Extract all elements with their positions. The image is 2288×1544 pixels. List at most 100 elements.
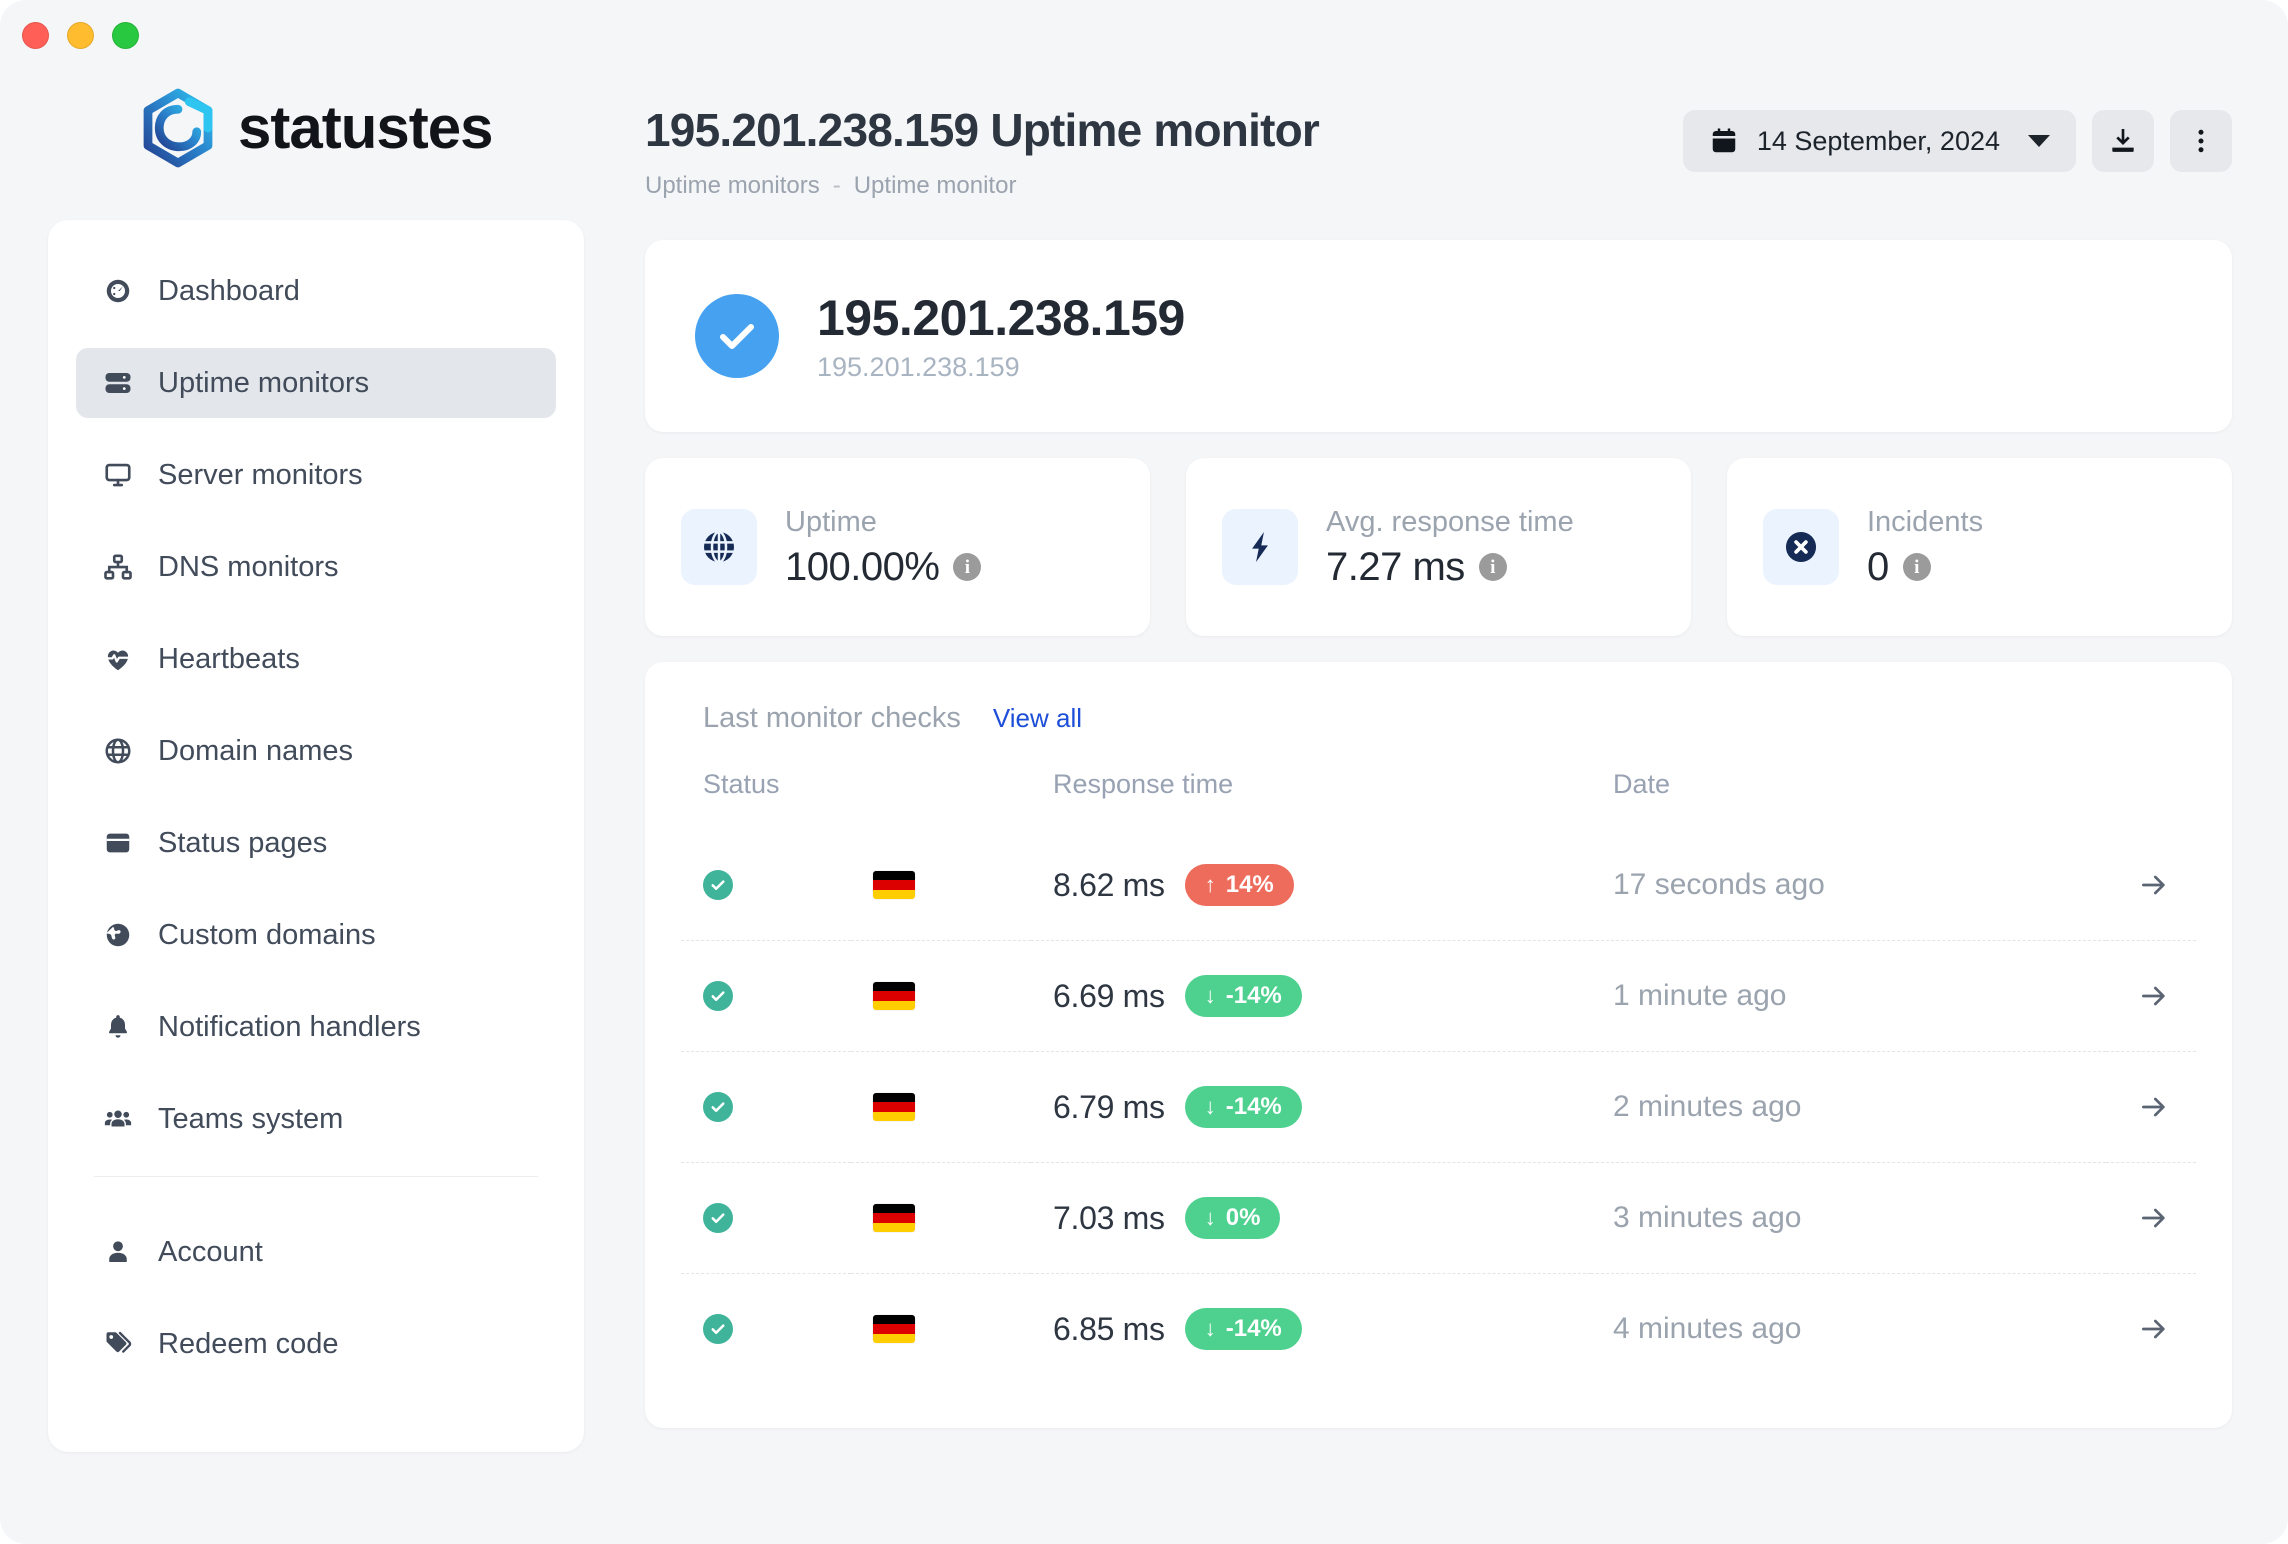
flag-germany-icon <box>873 1315 915 1343</box>
delta-badge: ↓ -14% <box>1184 1086 1302 1128</box>
delta-badge: ↓ -14% <box>1184 1308 1302 1350</box>
status-ok-icon <box>703 1314 733 1344</box>
sidebar-item-label: DNS monitors <box>158 550 339 583</box>
app-window: statustes 195.201.238.159 Uptime monitor… <box>0 0 2288 1544</box>
view-all-link[interactable]: View all <box>993 703 1082 734</box>
info-icon[interactable]: i <box>953 553 982 582</box>
sidebar-item-label: Dashboard <box>158 274 300 307</box>
cell-response-time: 8.62 ms ↑ 14% <box>1031 830 1591 941</box>
status-ok-icon <box>703 1203 733 1233</box>
arrow-right-icon[interactable] <box>2138 869 2170 901</box>
flag-germany-icon <box>873 1204 915 1232</box>
sidebar-item-custom-domains[interactable]: Custom domains <box>76 900 556 970</box>
arrow-right-icon[interactable] <box>2138 1313 2170 1345</box>
server-rack-icon <box>102 367 134 399</box>
cell-action <box>2106 1162 2196 1274</box>
arrow-right-icon[interactable] <box>2138 1202 2170 1234</box>
brand-name: statustes <box>238 94 493 161</box>
date-range-picker[interactable]: 14 September, 2024 <box>1682 110 2076 172</box>
sidebar-item-account[interactable]: Account <box>76 1217 556 1287</box>
window-controls <box>22 22 139 49</box>
checks-table-body: 8.62 ms ↑ 14% 17 seconds ago 6.69 ms ↓ -… <box>681 830 2196 1384</box>
heart-pulse-icon <box>102 643 134 675</box>
cell-date: 3 minutes ago <box>1591 1162 2106 1274</box>
sidebar-item-redeem-code[interactable]: Redeem code <box>76 1309 556 1379</box>
info-icon[interactable]: i <box>1478 553 1507 582</box>
stat-card-incidents: Incidents 0 i <box>1727 458 2232 636</box>
cell-location <box>851 1162 1031 1274</box>
sidebar-item-domain-names[interactable]: Domain names <box>76 716 556 786</box>
sidebar-item-heartbeats[interactable]: Heartbeats <box>76 624 556 694</box>
sidebar-item-notification-handlers[interactable]: Notification handlers <box>76 992 556 1062</box>
delta-value: 14% <box>1225 871 1274 898</box>
table-row[interactable]: 7.03 ms ↓ 0% 3 minutes ago <box>681 1162 2196 1274</box>
bell-icon <box>102 1011 134 1043</box>
stat-value: 7.27 ms <box>1326 544 1465 589</box>
page-header: 195.201.238.159 Uptime monitor Uptime mo… <box>645 105 1320 200</box>
sidebar-item-dns-monitors[interactable]: DNS monitors <box>76 532 556 602</box>
cell-response-time: 6.69 ms ↓ -14% <box>1031 940 1591 1052</box>
close-window-button[interactable] <box>22 22 49 49</box>
hexagon-spiral-logo <box>143 88 213 168</box>
stat-label: Avg. response time <box>1326 506 1574 539</box>
table-row[interactable]: 6.85 ms ↓ -14% 4 minutes ago <box>681 1273 2196 1384</box>
users-group-icon <box>102 1103 134 1135</box>
column-header-date: Date <box>1613 769 1671 799</box>
download-button[interactable] <box>2092 110 2154 172</box>
cell-action <box>2106 940 2196 1052</box>
cell-status <box>681 1273 851 1384</box>
cell-location <box>851 830 1031 941</box>
info-icon[interactable]: i <box>1902 553 1931 582</box>
breadcrumb-current: Uptime monitor <box>853 171 1017 199</box>
table-header-row: Status Response time Date <box>681 769 2196 830</box>
flag-germany-icon <box>873 1093 915 1121</box>
arrow-up-icon: ↑ <box>1204 872 1216 897</box>
sitemap-icon <box>102 551 134 583</box>
cell-response-time: 7.03 ms ↓ 0% <box>1031 1162 1591 1274</box>
checks-title: Last monitor checks <box>703 702 961 734</box>
delta-badge: ↓ 0% <box>1184 1197 1281 1239</box>
minimize-window-button[interactable] <box>67 22 94 49</box>
table-row[interactable]: 8.62 ms ↑ 14% 17 seconds ago <box>681 830 2196 941</box>
date-value: 1 minute ago <box>1613 979 1787 1012</box>
sidebar-item-dashboard[interactable]: Dashboard <box>76 256 556 326</box>
kebab-menu-icon <box>2198 129 2204 153</box>
sidebar-item-label: Redeem code <box>158 1327 339 1360</box>
brand-logo-area[interactable]: statustes <box>138 88 493 168</box>
sidebar-item-teams-system[interactable]: Teams system <box>76 1084 556 1154</box>
delta-value: -14% <box>1225 1315 1282 1342</box>
arrow-right-icon[interactable] <box>2138 1091 2170 1123</box>
header-actions: 14 September, 2024 <box>1682 110 2232 172</box>
cell-location <box>851 1273 1031 1384</box>
sidebar-item-server-monitors[interactable]: Server monitors <box>76 440 556 510</box>
cell-date: 4 minutes ago <box>1591 1273 2106 1384</box>
last-monitor-checks-card: Last monitor checks View all Status Resp… <box>645 662 2232 1428</box>
checks-header: Last monitor checks View all <box>681 702 2196 735</box>
cell-status <box>681 1162 851 1274</box>
maximize-window-button[interactable] <box>112 22 139 49</box>
stat-card-avg-response-time: Avg. response time 7.27 ms i <box>1186 458 1691 636</box>
main-content: 195.201.238.159 195.201.238.159 Uptime 1 <box>645 240 2232 1428</box>
globe-icon <box>681 509 757 585</box>
sidebar-item-status-pages[interactable]: Status pages <box>76 808 556 878</box>
sidebar-item-uptime-monitors[interactable]: Uptime monitors <box>76 348 556 418</box>
delta-badge: ↓ -14% <box>1184 975 1302 1017</box>
more-options-button[interactable] <box>2170 110 2232 172</box>
arrow-down-icon: ↓ <box>1204 1205 1216 1230</box>
monitor-url: 195.201.238.159 <box>817 351 1020 382</box>
sidebar-divider <box>94 1176 538 1177</box>
desktop-icon <box>102 459 134 491</box>
cell-action <box>2106 1051 2196 1163</box>
monitor-summary-card: 195.201.238.159 195.201.238.159 <box>645 240 2232 432</box>
response-time-value: 6.85 ms <box>1053 1310 1165 1347</box>
monitor-name: 195.201.238.159 <box>817 289 1185 346</box>
cell-date: 2 minutes ago <box>1591 1051 2106 1163</box>
sidebar-item-label: Teams system <box>158 1102 344 1135</box>
cell-date: 17 seconds ago <box>1591 830 2106 941</box>
table-row[interactable]: 6.69 ms ↓ -14% 1 minute ago <box>681 940 2196 1052</box>
arrow-right-icon[interactable] <box>2138 980 2170 1012</box>
breadcrumb-parent[interactable]: Uptime monitors <box>645 172 820 200</box>
cell-action <box>2106 830 2196 941</box>
table-row[interactable]: 6.79 ms ↓ -14% 2 minutes ago <box>681 1051 2196 1163</box>
tags-icon <box>102 1328 134 1360</box>
